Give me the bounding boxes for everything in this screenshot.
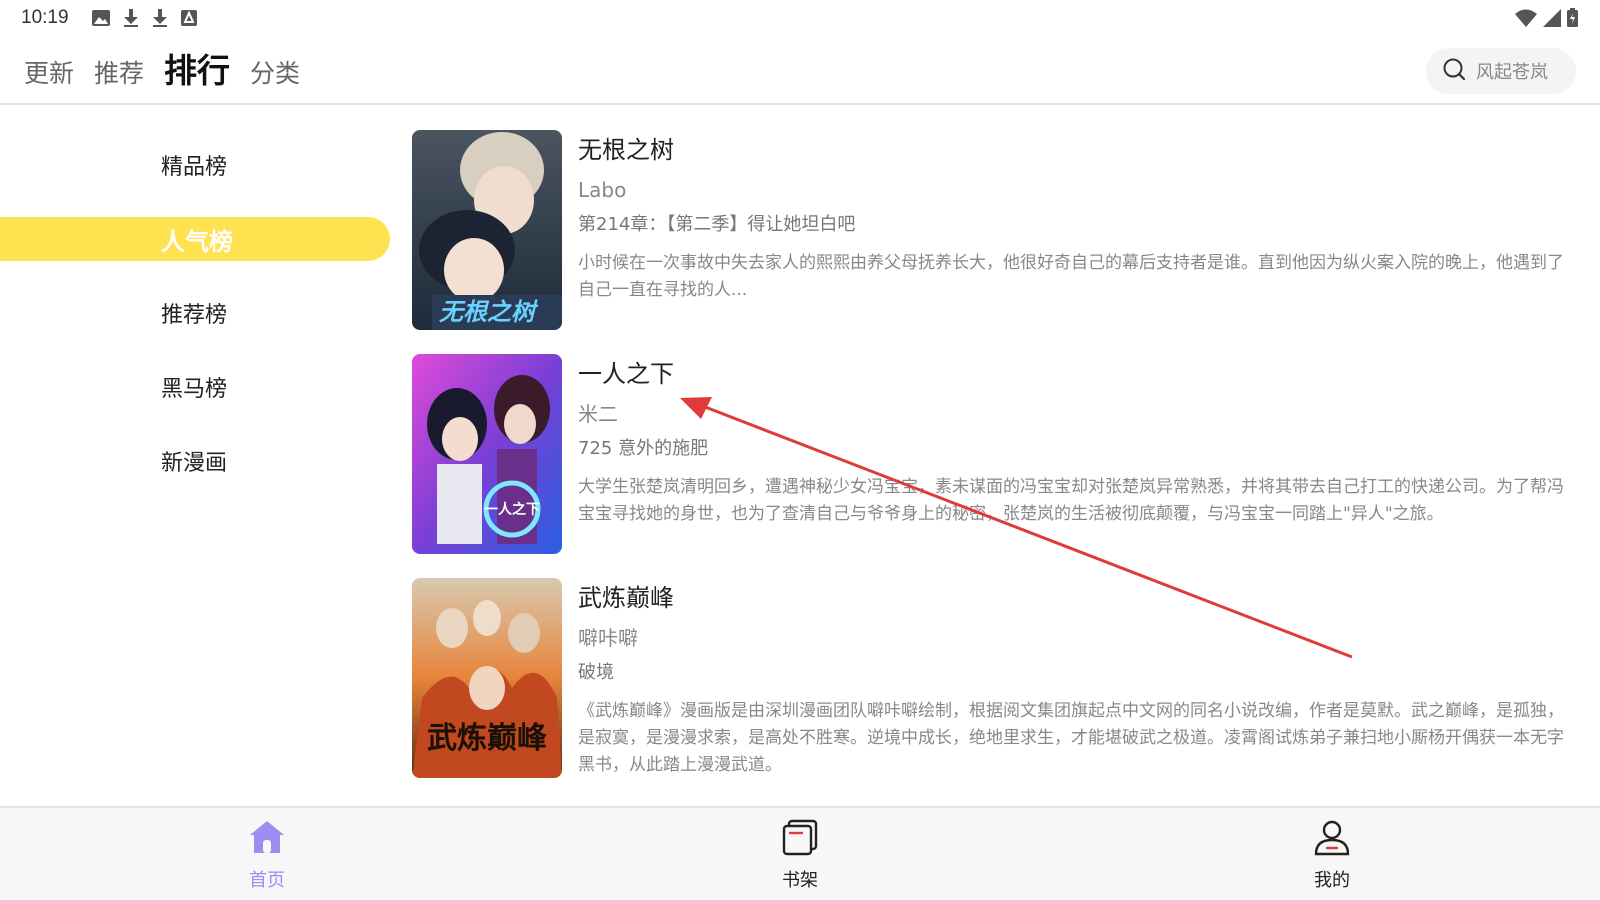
book-title[interactable]: 一人之下 (578, 354, 1568, 394)
image-icon (92, 10, 110, 26)
book-title[interactable]: 无根之树 (578, 130, 1568, 170)
book-author: 噼咔噼 (578, 626, 638, 650)
sidebar-item-recommended[interactable]: 推荐榜 (0, 276, 390, 350)
book-item[interactable]: 无根之树 无根之树 Labo 第214章：【第二季】得让她坦白吧 小时候在一次事… (412, 130, 1572, 354)
wifi-icon (1515, 9, 1537, 31)
book-info: 一人之下 米二 725 意外的施肥 大学生张楚岚清明回乡，遭遇神秘少女冯宝宝，素… (578, 354, 1568, 528)
bottom-nav: 首页 书架 我的 (0, 806, 1600, 900)
bottom-nav-label: 首页 (249, 870, 285, 891)
book-latest-chapter: 725 意外的施肥 (578, 438, 709, 459)
cover-title-art: 无根之树 (439, 298, 539, 326)
sidebar-item-popular[interactable]: 人气榜 (0, 217, 390, 261)
top-nav-tabs: 更新 推荐 排行 分类 (24, 44, 300, 100)
status-notification-icons (92, 9, 197, 27)
tab-recommended[interactable]: 推荐 (94, 54, 144, 90)
book-item[interactable]: 一人之下 一人之下 米二 725 意外的施肥 大学生张楚岚清明回乡，遭遇神秘少女… (412, 354, 1572, 578)
book-author: Labo (578, 178, 627, 202)
bottom-nav-profile[interactable]: 我的 (1272, 818, 1392, 892)
book-description: 《武炼巅峰》漫画版是由深圳漫画团队噼咔噼绘制，根据阅文集团旗起点中文网的同名小说… (578, 701, 1564, 775)
sidebar-item-premium[interactable]: 精品榜 (0, 128, 390, 202)
sidebar-item-label: 新漫画 (161, 451, 228, 476)
bottom-nav-label: 书架 (782, 870, 818, 891)
ranking-sidebar: 精品榜 人气榜 推荐榜 黑马榜 新漫画 (0, 128, 390, 498)
signal-icon (1543, 8, 1561, 31)
book-latest-chapter: 破境 (578, 662, 614, 683)
bottom-nav-label: 我的 (1314, 870, 1350, 891)
book-info: 武炼巅峰 噼咔噼 破境 《武炼巅峰》漫画版是由深圳漫画团队噼咔噼绘制，根据阅文集… (578, 578, 1568, 779)
battery-icon (1567, 8, 1578, 31)
book-cover[interactable]: 武炼巅峰 (412, 578, 562, 778)
app-notification-icon (181, 10, 197, 26)
search-box[interactable]: 风起苍岚 (1426, 48, 1576, 94)
book-author: 米二 (578, 402, 618, 426)
download-icon (123, 9, 139, 27)
tab-categories[interactable]: 分类 (250, 54, 300, 90)
book-list: 无根之树 无根之树 Labo 第214章：【第二季】得让她坦白吧 小时候在一次事… (412, 130, 1572, 802)
home-icon (248, 818, 286, 860)
bookshelf-icon (781, 818, 819, 860)
book-cover[interactable]: 无根之树 (412, 130, 562, 330)
book-latest-chapter: 第214章：【第二季】得让她坦白吧 (578, 214, 856, 235)
status-system-icons (1515, 8, 1578, 31)
search-icon (1442, 57, 1466, 85)
book-description: 大学生张楚岚清明回乡，遭遇神秘少女冯宝宝，素未谋面的冯宝宝却对张楚岚异常熟悉，并… (578, 477, 1564, 524)
sidebar-item-dark-horse[interactable]: 黑马榜 (0, 350, 390, 424)
sidebar-item-label: 精品榜 (161, 155, 228, 180)
cover-title-art: 武炼巅峰 (427, 721, 547, 756)
cover-title-art: 一人之下 (484, 501, 540, 518)
search-placeholder: 风起苍岚 (1476, 62, 1548, 83)
bottom-nav-home[interactable]: 首页 (207, 818, 327, 892)
tab-rankings[interactable]: 排行 (164, 44, 230, 92)
tab-updates[interactable]: 更新 (24, 54, 74, 90)
book-cover[interactable]: 一人之下 (412, 354, 562, 554)
status-time: 10:19 (21, 7, 69, 28)
book-title[interactable]: 武炼巅峰 (578, 578, 1568, 618)
book-item[interactable]: 武炼巅峰 武炼巅峰 噼咔噼 破境 《武炼巅峰》漫画版是由深圳漫画团队噼咔噼绘制，… (412, 578, 1572, 802)
profile-icon (1313, 818, 1351, 860)
bottom-nav-bookshelf[interactable]: 书架 (740, 818, 860, 892)
sidebar-item-new-comics[interactable]: 新漫画 (0, 424, 390, 498)
status-bar: 10:19 (0, 0, 1600, 36)
sidebar-item-label: 推荐榜 (161, 303, 228, 328)
book-info: 无根之树 Labo 第214章：【第二季】得让她坦白吧 小时候在一次事故中失去家… (578, 130, 1568, 304)
download-icon (152, 9, 168, 27)
book-description: 小时候在一次事故中失去家人的熙熙由养父母抚养长大，他很好奇自己的幕后支持者是谁。… (578, 253, 1564, 300)
header-divider (0, 103, 1600, 105)
sidebar-item-label: 黑马榜 (161, 377, 228, 402)
sidebar-item-label: 人气榜 (161, 227, 233, 256)
